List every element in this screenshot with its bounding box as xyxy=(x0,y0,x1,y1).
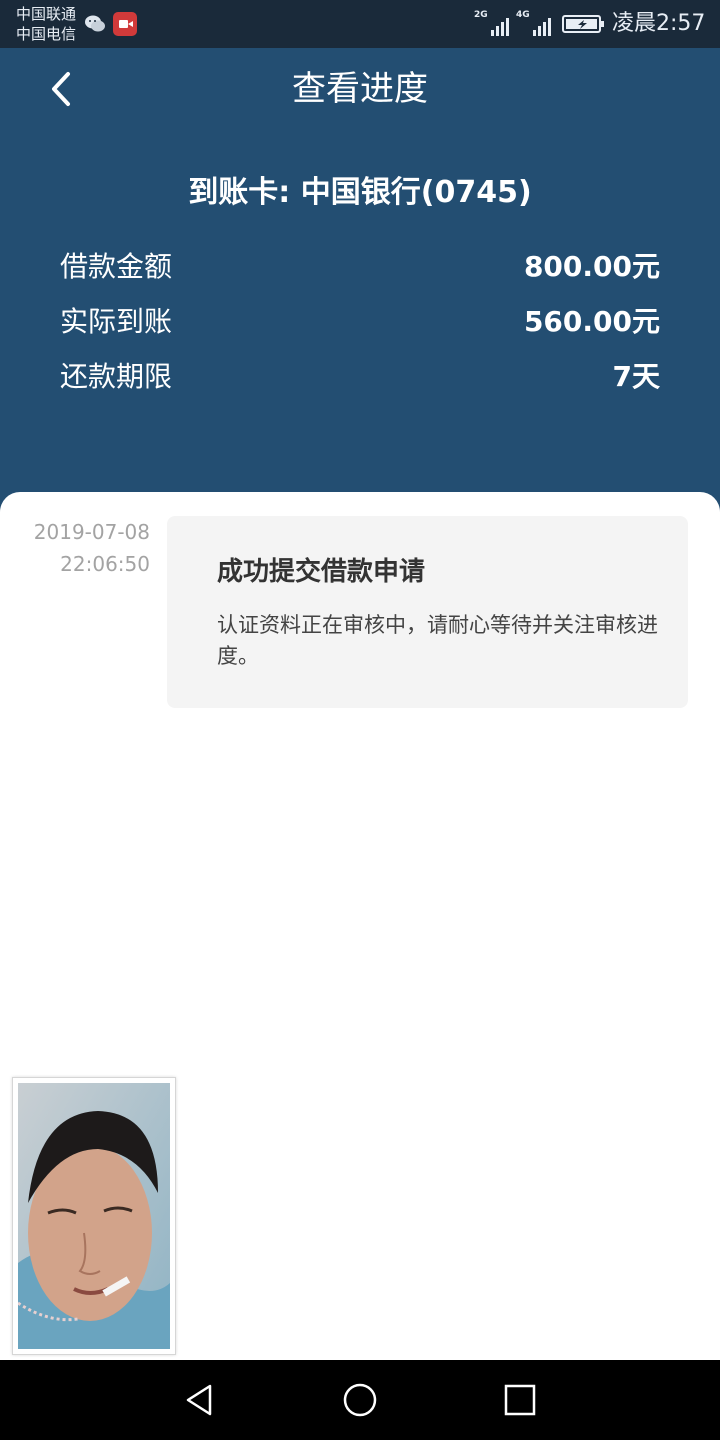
video-camera-icon xyxy=(113,12,137,36)
loan-amount-value: 800.00元 xyxy=(523,250,660,283)
battery-charging-icon xyxy=(562,15,604,33)
header: 查看进度 到账卡: 中国银行(0745) 借款金额 800.00元 实际到账 5… xyxy=(0,48,720,512)
circle-home-icon[interactable] xyxy=(340,1380,380,1420)
carrier-labels: 中国联通 中国电信 xyxy=(16,4,76,44)
video-call-preview[interactable] xyxy=(12,1077,176,1355)
progress-description: 认证资料正在审核中，请耐心等待并关注审核进度。 xyxy=(217,613,658,668)
repayment-term-row: 还款期限 7天 xyxy=(60,356,660,398)
progress-timestamp: 2019-07-08 22:06:50 xyxy=(20,516,150,580)
loan-amount-row: 借款金额 800.00元 xyxy=(60,246,660,288)
square-recent-icon[interactable] xyxy=(500,1380,540,1420)
navigation-bar xyxy=(0,1360,720,1440)
receiving-card: 到账卡: 中国银行(0745) xyxy=(188,175,532,210)
loan-amount-label: 借款金额 xyxy=(60,250,173,283)
progress-title: 成功提交借款申请 xyxy=(217,557,426,587)
repayment-term-label: 还款期限 xyxy=(60,360,173,393)
video-preview-image xyxy=(18,1083,170,1349)
carrier-2: 中国电信 xyxy=(16,25,77,43)
actual-received-label: 实际到账 xyxy=(60,305,173,338)
signal-icon-sim1: 2G xyxy=(474,10,512,38)
progress-time: 22:06:50 xyxy=(60,552,150,576)
triangle-back-icon[interactable] xyxy=(180,1380,220,1420)
page-title: 查看进度 xyxy=(292,69,428,109)
status-clock: 凌晨2:57 xyxy=(612,11,706,36)
carrier-1: 中国联通 xyxy=(16,5,77,23)
status-bar: 中国联通 中国电信 2G 4G 凌晨2:57 xyxy=(0,0,720,48)
repayment-term-value: 7天 xyxy=(612,360,660,393)
actual-received-row: 实际到账 560.00元 xyxy=(60,301,660,343)
progress-card: 成功提交借款申请 认证资料正在审核中，请耐心等待并关注审核进度。 xyxy=(167,516,688,708)
actual-received-value: 560.00元 xyxy=(523,305,660,338)
signal-icon-sim2: 4G xyxy=(516,10,554,38)
progress-date: 2019-07-08 xyxy=(33,520,150,544)
wechat-icon xyxy=(85,15,105,32)
